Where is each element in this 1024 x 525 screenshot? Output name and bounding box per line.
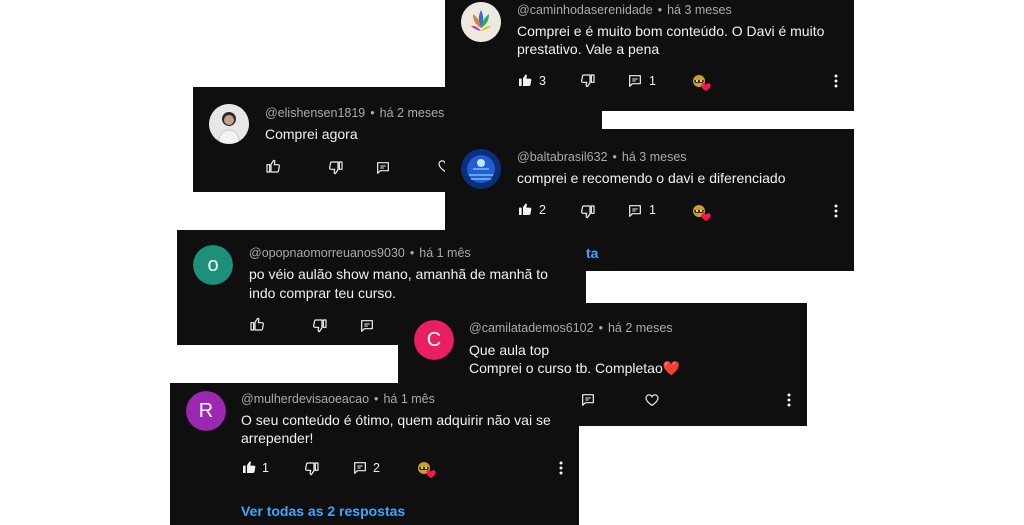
thumb-up-icon[interactable] <box>249 316 265 332</box>
avatar[interactable] <box>209 104 249 144</box>
thumb-up-icon[interactable] <box>265 158 281 174</box>
like-count: 2 <box>539 203 546 217</box>
thumb-down-icon[interactable] <box>304 461 320 477</box>
thumb-down-icon[interactable] <box>580 204 596 220</box>
comment-time[interactable]: há 1 mês <box>383 392 434 406</box>
comment-text-line: Que aula top <box>469 342 550 358</box>
comment-time[interactable]: há 2 meses <box>608 321 673 335</box>
comment-text-line: Comprei e é muito bom conteúdo. O Davi é… <box>517 23 825 39</box>
view-replies-link[interactable]: Ver todas as 2 respostas <box>241 503 405 519</box>
comment-card: R @mulherdevisaoeacao • há 1 mês O seu con… <box>170 383 579 525</box>
profile-photo-image <box>209 104 249 144</box>
more-icon[interactable] <box>559 461 563 475</box>
comment-time[interactable]: há 1 mês <box>419 246 470 260</box>
comment-text-line: comprei e recomendo o davi e diferenciad… <box>517 170 786 186</box>
view-replies-link[interactable]: ta <box>586 245 598 261</box>
more-icon[interactable] <box>834 74 838 88</box>
reply-icon[interactable] <box>352 460 368 476</box>
comment-meta: @mulherdevisaoeacao • há 1 mês <box>241 392 435 406</box>
comment-author[interactable]: @camilatademos6102 <box>469 321 594 335</box>
creator-heart-icon <box>691 204 711 222</box>
comment-meta: @elishensen1819 • há 2 meses <box>265 106 445 120</box>
heart-emoji: ❤️ <box>662 360 681 376</box>
comment-meta: @caminhodaserenidade • há 3 meses <box>517 3 732 17</box>
reply-count: 1 <box>649 203 656 217</box>
comment-meta: @opopnaomorreuanos9030 • há 1 mês <box>249 246 471 260</box>
comment-author[interactable]: @opopnaomorreuanos9030 <box>249 246 405 260</box>
comment-time[interactable]: há 3 meses <box>667 3 732 17</box>
comment-time[interactable]: há 3 meses <box>622 150 687 164</box>
comment-text-line: indo comprar teu curso. <box>249 285 397 301</box>
avatar[interactable] <box>461 149 501 189</box>
thumb-up-icon[interactable] <box>517 201 533 217</box>
avatar-letter: C <box>414 320 454 360</box>
comment-author[interactable]: @baltabrasil632 <box>517 150 608 164</box>
reply-count: 1 <box>649 74 656 88</box>
thumb-down-icon[interactable] <box>312 318 328 334</box>
avatar[interactable]: C <box>414 320 454 360</box>
avatar[interactable]: R <box>186 391 226 431</box>
comment-author[interactable]: @mulherdevisaoeacao <box>241 392 369 406</box>
reply-icon[interactable] <box>580 392 596 408</box>
more-icon[interactable] <box>787 393 791 407</box>
lotus-avatar-image <box>461 2 501 42</box>
avatar-letter: R <box>186 391 226 431</box>
creator-heart-icon <box>691 74 711 92</box>
avatar-letter: o <box>193 245 233 285</box>
comment-text-line: O seu conteúdo é ótimo, quem adquirir nã… <box>241 412 551 428</box>
more-icon[interactable] <box>834 204 838 218</box>
reply-icon[interactable] <box>627 73 643 89</box>
comment-text-line: Comprei agora <box>265 126 358 142</box>
like-count: 3 <box>539 74 546 88</box>
reply-count: 2 <box>373 461 380 475</box>
creator-heart-icon <box>416 461 436 479</box>
comment-text-line: prestativo. Vale a pena <box>517 41 660 57</box>
reply-icon[interactable] <box>375 160 391 176</box>
comment-meta: @camilatademos6102 • há 2 meses <box>469 321 673 335</box>
heart-outline-icon[interactable] <box>644 392 660 408</box>
profile-photo-image <box>461 149 501 189</box>
comment-meta: @baltabrasil632 • há 3 meses <box>517 150 687 164</box>
comment-time[interactable]: há 2 meses <box>380 106 445 120</box>
like-count: 1 <box>262 461 269 475</box>
avatar[interactable] <box>461 2 501 42</box>
comment-author[interactable]: @elishensen1819 <box>265 106 365 120</box>
reply-icon[interactable] <box>359 318 375 334</box>
thumb-down-icon[interactable] <box>328 160 344 176</box>
comment-text-line: arrepender! <box>241 430 314 446</box>
reply-icon[interactable] <box>627 203 643 219</box>
comment-author[interactable]: @caminhodaserenidade <box>517 3 653 17</box>
thumb-up-icon[interactable] <box>517 72 533 88</box>
comment-text-line: po véio aulão show mano, amanhã de manhã… <box>249 266 548 282</box>
comment-text-line: Comprei o curso tb. Completao❤️ <box>469 360 681 376</box>
thumb-up-icon[interactable] <box>241 459 257 475</box>
avatar[interactable]: o <box>193 245 233 285</box>
